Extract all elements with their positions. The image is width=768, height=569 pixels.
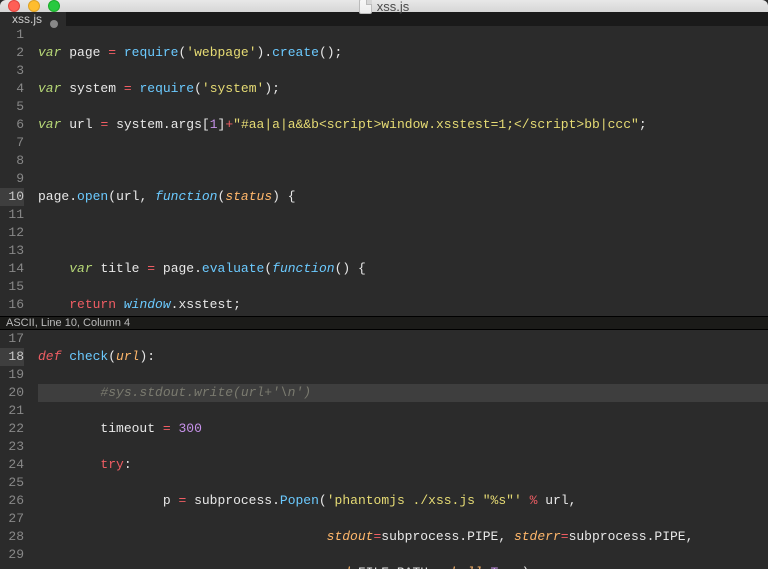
document-icon — [359, 0, 372, 14]
gutter-top: 1 2 3 4 5 6 7 8 9 10 11 12 13 14 15 16 — [0, 26, 34, 316]
close-icon[interactable] — [8, 0, 20, 12]
line-number: 23 — [0, 438, 24, 456]
string-literal: 'phantomjs ./xss.js "%s"' — [327, 493, 522, 508]
line-number: 14 — [0, 260, 24, 278]
code-area-top[interactable]: var page = require('webpage').create(); … — [34, 26, 768, 316]
comment: #sys.stdout.write(url+'\n') — [100, 385, 311, 400]
line-number: 3 — [0, 62, 24, 80]
line-number: 29 — [0, 546, 24, 564]
line-number: 28 — [0, 528, 24, 546]
line-number: 8 — [0, 152, 24, 170]
title-text: xss.js — [377, 0, 410, 14]
line-number: 19 — [0, 366, 24, 384]
line-number: 6 — [0, 116, 24, 134]
line-number: 24 — [0, 456, 24, 474]
line-number: 13 — [0, 242, 24, 260]
line-number: 21 — [0, 402, 24, 420]
line-number: 26 — [0, 492, 24, 510]
minimize-icon[interactable] — [28, 0, 40, 12]
line-number: 2 — [0, 44, 24, 62]
line-number: 10 — [0, 188, 24, 206]
tab-xss[interactable]: xss.js — [0, 12, 66, 26]
status-text: ASCII, Line 10, Column 4 — [6, 317, 130, 329]
string-literal: 'system' — [202, 81, 264, 96]
editor-window: xss.js xss.js 1 2 3 4 5 6 7 8 9 10 11 12… — [0, 0, 768, 569]
line-number: 20 — [0, 384, 24, 402]
tab-label: xss.js — [12, 12, 42, 26]
line-number: 27 — [0, 510, 24, 528]
code-area-bottom[interactable]: def check(url): #sys.stdout.write(url+'\… — [34, 330, 768, 569]
dirty-dot-icon — [50, 20, 58, 28]
line-number: 1 — [0, 26, 24, 44]
traffic-lights — [8, 0, 60, 12]
editor-pane-top[interactable]: 1 2 3 4 5 6 7 8 9 10 11 12 13 14 15 16 v… — [0, 26, 768, 316]
zoom-icon[interactable] — [48, 0, 60, 12]
gutter-bottom: 17 18 19 20 21 22 23 24 25 26 27 28 29 — [0, 330, 34, 569]
line-number: 7 — [0, 134, 24, 152]
line-number: 15 — [0, 278, 24, 296]
line-number: 18 — [0, 348, 24, 366]
line-number: 17 — [0, 330, 24, 348]
string-literal: 'webpage' — [186, 45, 256, 60]
status-bar: ASCII, Line 10, Column 4 — [0, 316, 768, 330]
window-title: xss.js — [0, 0, 768, 14]
line-number: 4 — [0, 80, 24, 98]
line-number: 16 — [0, 296, 24, 314]
editor-pane-bottom[interactable]: 17 18 19 20 21 22 23 24 25 26 27 28 29 d… — [0, 330, 768, 569]
line-number: 11 — [0, 206, 24, 224]
window-titlebar: xss.js — [0, 0, 768, 12]
line-number: 25 — [0, 474, 24, 492]
line-number: 22 — [0, 420, 24, 438]
line-number: 9 — [0, 170, 24, 188]
line-number: 12 — [0, 224, 24, 242]
tab-bar: xss.js — [0, 12, 768, 26]
string-literal: "#aa|a|a&&b<script>window.xsstest=1;</sc… — [233, 117, 639, 132]
line-number: 5 — [0, 98, 24, 116]
